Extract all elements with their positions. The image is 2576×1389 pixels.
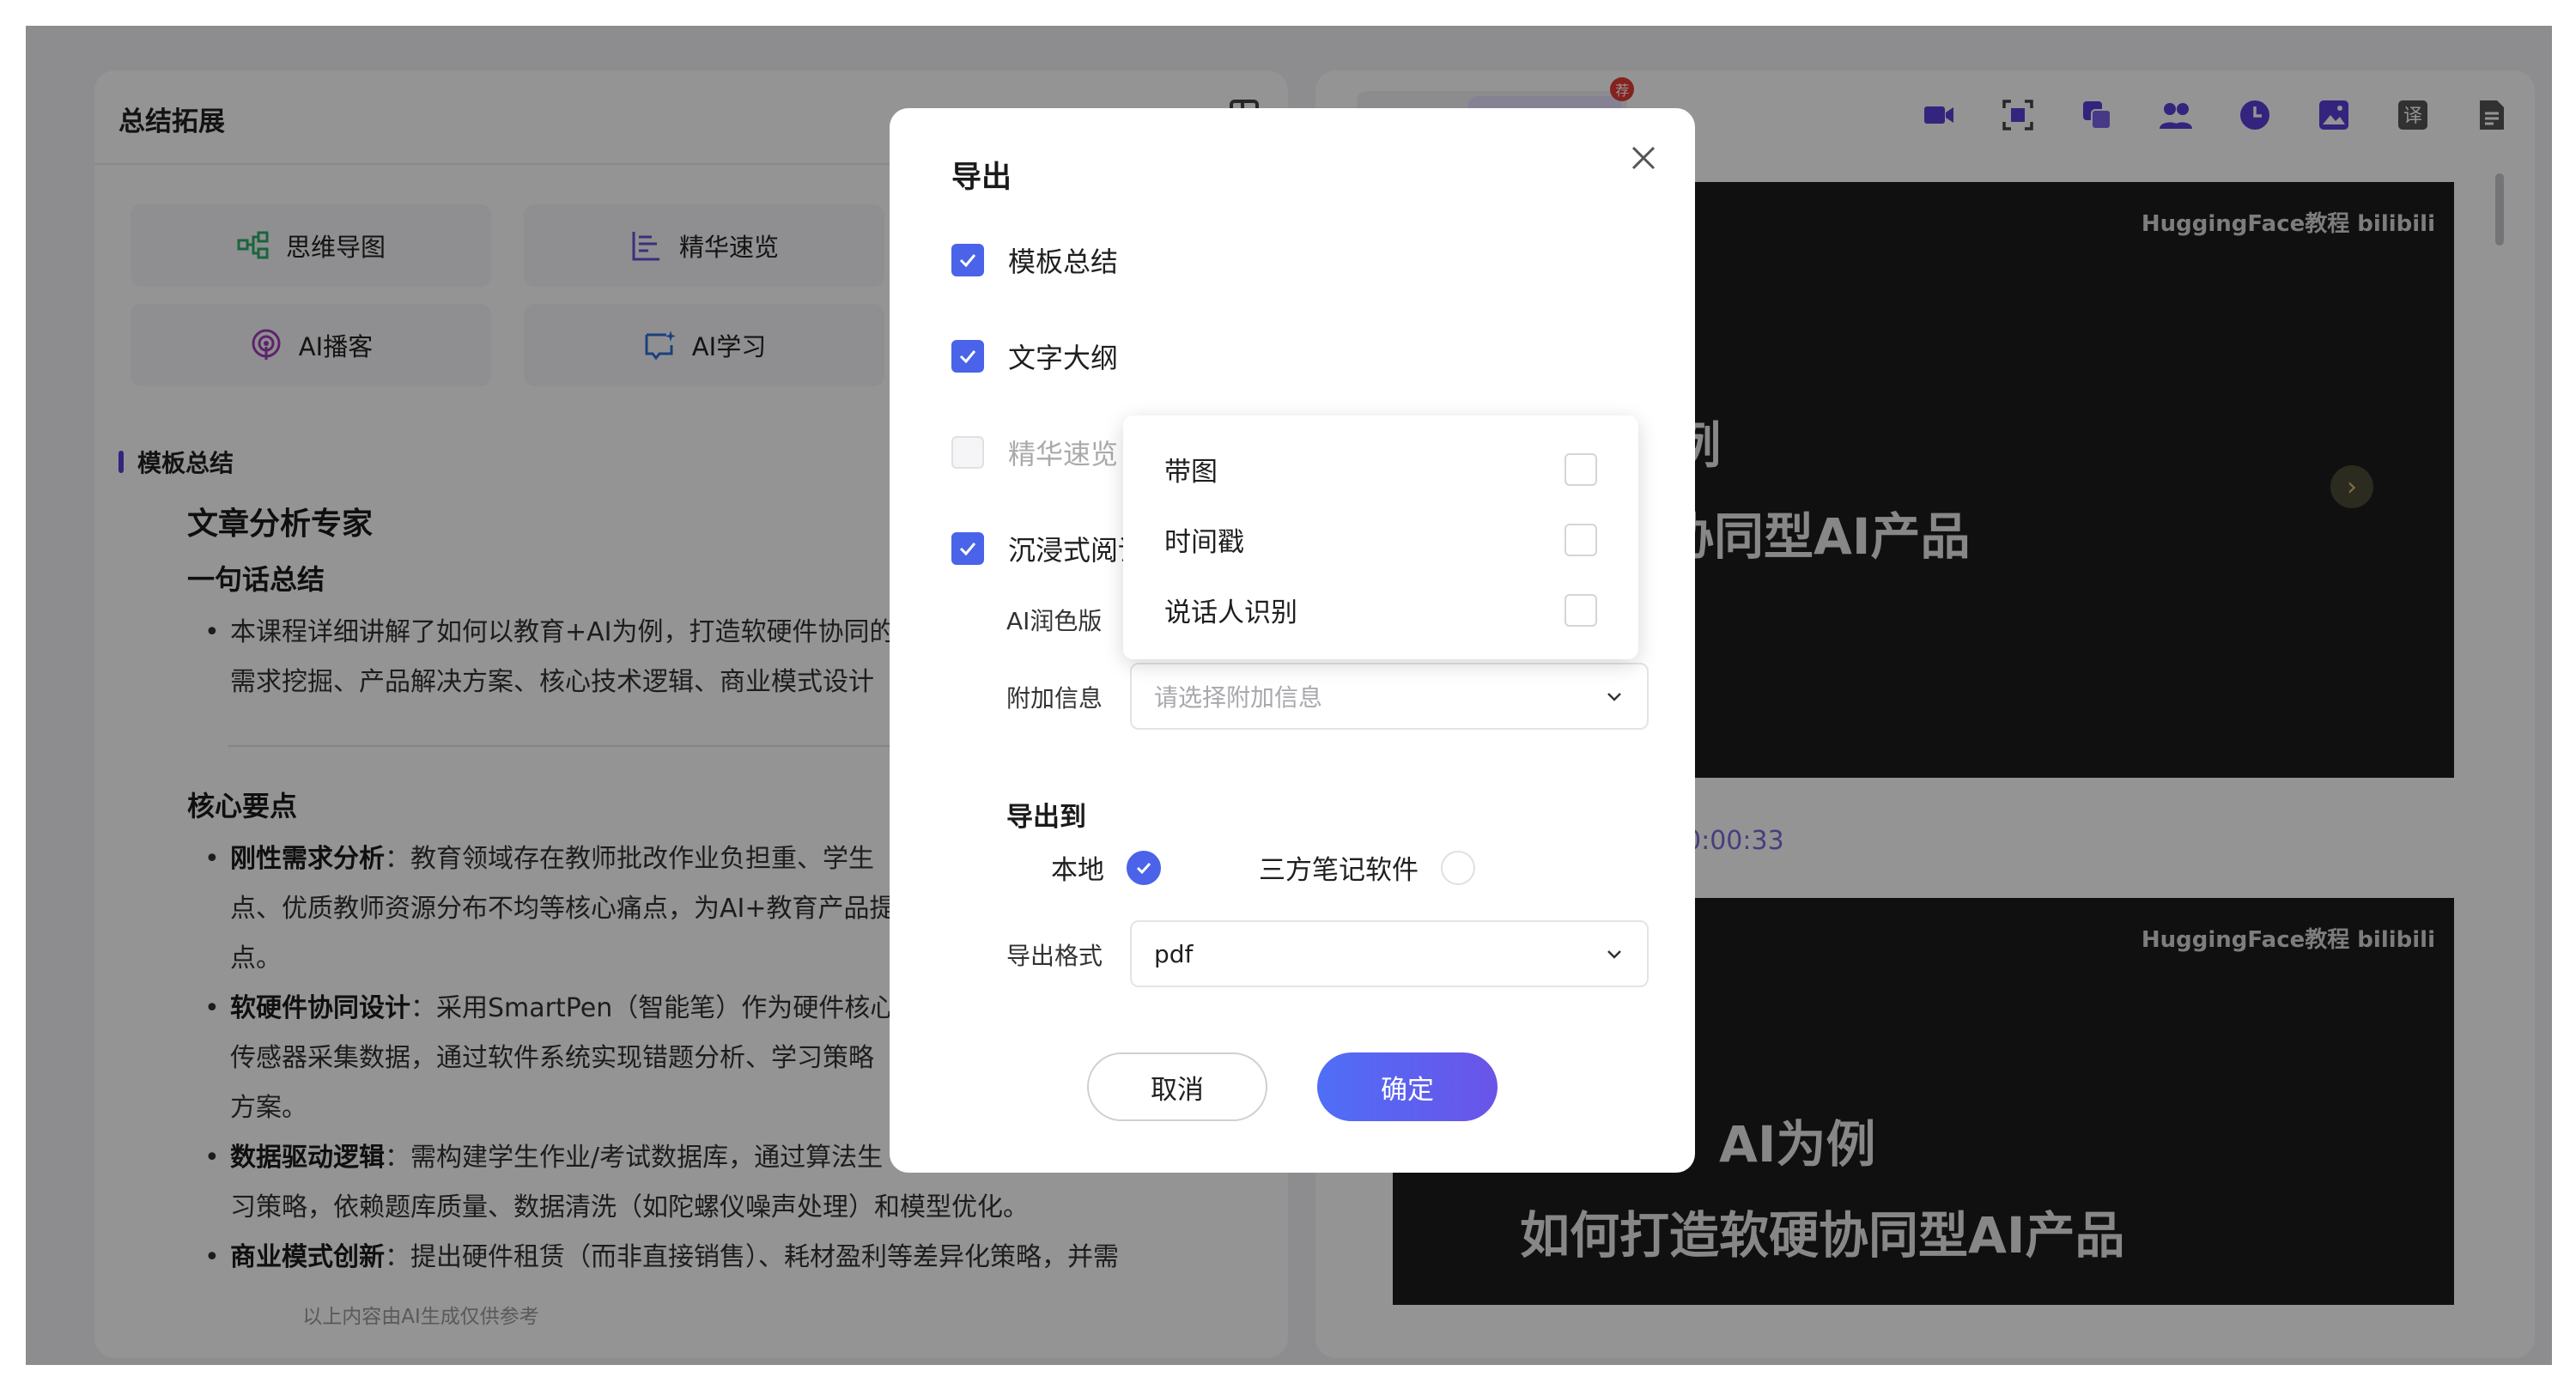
- option-label: 文字大纲: [1008, 342, 1119, 374]
- extra-info-select[interactable]: 请选择附加信息: [1130, 663, 1649, 730]
- option-highlights: 精华速览: [951, 433, 1118, 472]
- export-target-third-party[interactable]: 三方笔记软件: [1259, 848, 1475, 887]
- confirm-button[interactable]: 确定: [1317, 1052, 1498, 1121]
- radio-button[interactable]: [1127, 850, 1161, 885]
- dropdown-option-timestamp[interactable]: 时间戳: [1164, 520, 1597, 559]
- dropdown-option-label: 说话人识别: [1164, 597, 1297, 628]
- checkbox[interactable]: [1564, 523, 1597, 556]
- close-icon[interactable]: [1626, 141, 1661, 175]
- format-label: 导出格式: [1006, 942, 1103, 970]
- extra-info-dropdown: 带图 时间戳 说话人识别: [1123, 415, 1638, 659]
- dropdown-option-label: 时间戳: [1164, 527, 1244, 558]
- option-template-summary[interactable]: 模板总结: [951, 240, 1118, 280]
- format-select[interactable]: pdf: [1130, 920, 1649, 987]
- checkbox[interactable]: [951, 532, 984, 565]
- dropdown-option-speaker-id[interactable]: 说话人识别: [1164, 591, 1597, 629]
- ai-version-label: AI润色版: [1006, 607, 1103, 635]
- chevron-down-icon: [1607, 950, 1621, 959]
- checkbox[interactable]: [1564, 593, 1597, 627]
- extra-info-label: 附加信息: [1006, 684, 1103, 713]
- cancel-button[interactable]: 取消: [1087, 1052, 1267, 1121]
- select-placeholder: 请选择附加信息: [1154, 683, 1323, 712]
- chevron-down-icon: [1607, 693, 1621, 701]
- dialog-title: 导出: [951, 161, 1012, 195]
- checkbox[interactable]: [1564, 452, 1597, 486]
- checkbox[interactable]: [951, 244, 984, 276]
- option-label: 模板总结: [1008, 246, 1119, 278]
- option-immersive-reading[interactable]: 沉浸式阅读: [951, 529, 1145, 568]
- export-target-local[interactable]: 本地: [1051, 848, 1161, 887]
- dropdown-option-label: 带图: [1164, 457, 1218, 488]
- radio-label: 三方笔记软件: [1259, 855, 1419, 886]
- radio-button[interactable]: [1441, 850, 1475, 885]
- checkbox: [951, 436, 984, 469]
- dropdown-option-with-images[interactable]: 带图: [1164, 450, 1597, 488]
- option-label: 精华速览: [1008, 438, 1119, 470]
- radio-label: 本地: [1051, 855, 1104, 886]
- select-value: pdf: [1154, 939, 1194, 968]
- checkbox[interactable]: [951, 340, 984, 373]
- option-text-outline[interactable]: 文字大纲: [951, 337, 1118, 376]
- export-to-heading: 导出到: [1006, 802, 1086, 833]
